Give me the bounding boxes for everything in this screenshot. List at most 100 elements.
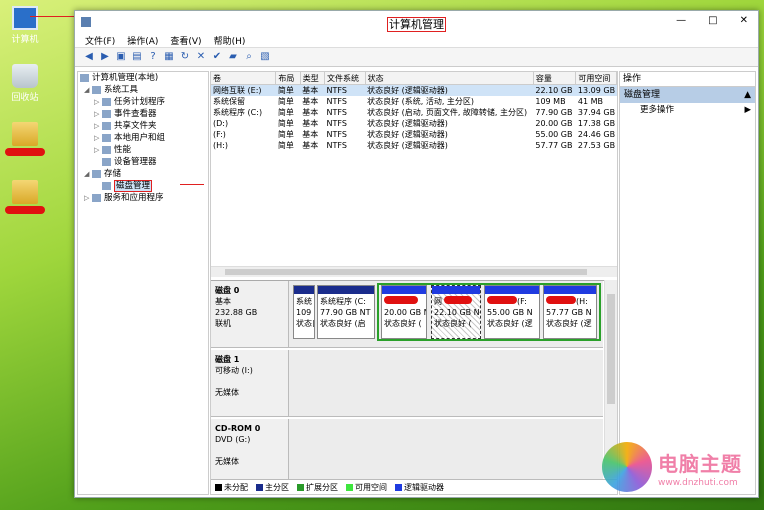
refresh-icon[interactable]: ↻ (179, 51, 191, 63)
clock-icon (102, 97, 111, 106)
chevron-right-icon: ▶ (744, 105, 751, 115)
actions-disk-management[interactable]: 磁盘管理 ▲ (620, 87, 755, 103)
menu-view[interactable]: 查看(V) (170, 34, 201, 47)
column-header[interactable]: 状态 (365, 72, 534, 85)
partition-bar (485, 286, 539, 294)
table-row[interactable]: 系统程序 (C:) 简单 基本 NTFS 状态良好 (启动, 页面文件, 故障转储, 主… (211, 107, 617, 118)
table-row[interactable]: 系统保留 简单 基本 NTFS 状态良好 (系统, 活动, 主分区) 109 MB 41 M… (211, 96, 617, 107)
disk-label[interactable]: 磁盘 1 可移动 (I:) 无媒体 (211, 350, 289, 416)
help-icon[interactable]: ? (147, 51, 159, 63)
menu-help[interactable]: 帮助(H) (214, 34, 246, 47)
horizontal-scrollbar[interactable] (211, 266, 617, 277)
partition-e[interactable]: 网 22.10 GB N 状态良好 ( (431, 285, 481, 339)
maximize-button[interactable]: □ (708, 15, 717, 26)
folder-icon (12, 122, 38, 146)
disk-label[interactable]: 磁盘 0 基本 232.88 GB 联机 (211, 281, 289, 347)
legend-item: 逻辑驱动器 (395, 482, 444, 493)
partition-c[interactable]: 系统程序 (C: 77.90 GB NT 状态良好 (启 (317, 285, 375, 339)
partition-h[interactable]: (H: 57.77 GB N 状态良好 (逻 (543, 285, 597, 339)
tree-item-event-viewer[interactable]: ▷ 事件查看器 (78, 108, 208, 120)
partition-d[interactable]: 20.00 GB N 状态良好 ( (381, 285, 427, 339)
watermark-url: www.dnzhuti.com (658, 478, 738, 488)
delete-icon[interactable]: ✕ (195, 51, 207, 63)
tree-item-disk-management[interactable]: 磁盘管理 (78, 180, 208, 192)
watermark-logo: 电脑主题 www.dnzhuti.com (602, 442, 762, 502)
menu-bar: 文件(F) 操作(A) 查看(V) 帮助(H) (75, 33, 758, 48)
tree-item-performance[interactable]: ▷ 性能 (78, 144, 208, 156)
device-icon (102, 157, 111, 166)
scroll-thumb[interactable] (225, 269, 587, 275)
volume-table: 卷 布局 类型 文件系统 状态 容量 可用空间 网络互联 (E:) 简单 基本 NTF… (211, 72, 617, 151)
desktop-icon-folder-1[interactable] (0, 122, 50, 159)
legend-item: 可用空间 (346, 482, 387, 493)
partition-bar (294, 286, 314, 294)
annotation-arrow (180, 184, 204, 185)
tree-item-device-manager[interactable]: 设备管理器 (78, 156, 208, 168)
shared-folder-icon (102, 121, 111, 130)
actions-pane: 操作 磁盘管理 ▲ 更多操作 ▶ (619, 71, 756, 495)
settings-icon[interactable]: ▧ (259, 51, 271, 63)
table-row[interactable]: (H:) 简单 基本 NTFS 状态良好 (逻辑驱动器) 57.77 GB 27.53 GB (211, 140, 617, 151)
services-icon (92, 193, 101, 202)
desktop-icon-folder-2[interactable] (0, 180, 50, 217)
minimize-button[interactable]: — (676, 15, 686, 26)
recycle-bin-icon (12, 64, 38, 88)
disk-row-cdrom: CD-ROM 0 DVD (G:) 无媒体 (211, 419, 603, 486)
tree-item-local-users[interactable]: ▷ 本地用户和组 (78, 132, 208, 144)
column-header[interactable]: 容量 (533, 72, 577, 85)
collapse-icon[interactable]: ▲ (744, 87, 751, 103)
desktop-icon-label: 计算机 (11, 35, 39, 45)
properties-icon[interactable]: ▦ (163, 51, 175, 63)
flower-logo-icon (602, 442, 652, 492)
column-header[interactable]: 卷 (211, 72, 277, 85)
legend-item: 扩展分区 (297, 482, 338, 493)
check-icon[interactable]: ✔ (211, 51, 223, 63)
more-actions[interactable]: 更多操作 ▶ (620, 103, 755, 117)
menu-action[interactable]: 操作(A) (127, 34, 158, 47)
disk-map: 磁盘 0 基本 232.88 GB 联机 系统 109 状态良 系统程 (211, 280, 617, 486)
scroll-thumb[interactable] (607, 294, 615, 404)
table-row[interactable]: 网络互联 (E:) 简单 基本 NTFS 状态良好 (逻辑驱动器) 22.10 GB 13.… (211, 84, 617, 96)
partition-f[interactable]: (F: 55.00 GB N 状态良好 (逻 (484, 285, 540, 339)
column-header[interactable]: 布局 (275, 72, 301, 85)
actions-header: 操作 (620, 72, 755, 87)
menu-file[interactable]: 文件(F) (85, 34, 115, 47)
title-bar[interactable]: 计算机管理 — □ ✕ (75, 11, 758, 33)
table-header-row: 卷 布局 类型 文件系统 状态 容量 可用空间 (211, 72, 617, 85)
partition-bar (544, 286, 596, 294)
redacted-label (0, 206, 50, 217)
tree-item-storage[interactable]: ◢ 存储 (78, 168, 208, 180)
disk-label[interactable]: CD-ROM 0 DVD (G:) 无媒体 (211, 419, 289, 485)
disk-management-pane: 卷 布局 类型 文件系统 状态 容量 可用空间 网络互联 (E:) 简单 基本 NTF… (210, 71, 618, 495)
tree-item-system-tools[interactable]: ◢ 系统工具 (78, 84, 208, 96)
partition-system-reserved[interactable]: 系统 109 状态良 (293, 285, 315, 339)
desktop-icon-recycle-bin[interactable]: 回收站 (0, 64, 50, 103)
tree-item-shared-folders[interactable]: ▷ 共享文件夹 (78, 120, 208, 132)
desktop-icon-computer[interactable]: 计算机 (0, 6, 50, 45)
close-button[interactable]: ✕ (740, 15, 748, 26)
table-row[interactable]: (D:) 简单 基本 NTFS 状态良好 (逻辑驱动器) 20.00 GB 17.38 GB (211, 118, 617, 129)
redacted-label (0, 148, 50, 159)
disk-row-1: 磁盘 1 可移动 (I:) 无媒体 (211, 350, 603, 417)
search-icon[interactable]: ⌕ (243, 51, 255, 63)
legend-item: 主分区 (256, 482, 289, 493)
back-icon[interactable]: ◀ (83, 51, 95, 63)
column-header[interactable]: 可用空间 (575, 72, 617, 85)
computer-management-window: 计算机管理 — □ ✕ 文件(F) 操作(A) 查看(V) 帮助(H) ◀ ▶ … (74, 10, 759, 498)
forward-icon[interactable]: ▶ (99, 51, 111, 63)
disk-partition-area (289, 350, 603, 416)
disk-row-0: 磁盘 0 基本 232.88 GB 联机 系统 109 状态良 系统程 (211, 281, 603, 348)
desktop-icon-label: 回收站 (11, 93, 39, 103)
tree-item-services-apps[interactable]: ▷ 服务和应用程序 (78, 192, 208, 204)
tree-item-computer-management[interactable]: 计算机管理(本地) (78, 72, 208, 84)
tree-item-task-scheduler[interactable]: ▷ 任务计划程序 (78, 96, 208, 108)
column-header[interactable]: 类型 (300, 72, 326, 85)
legend: 未分配 主分区 扩展分区 可用空间 逻辑驱动器 (211, 479, 617, 494)
column-header[interactable]: 文件系统 (324, 72, 366, 85)
show-hide-tree-icon[interactable]: ▤ (131, 51, 143, 63)
up-folder-icon[interactable]: ▣ (115, 51, 127, 63)
open-folder-icon[interactable]: ▰ (227, 51, 239, 63)
navigation-tree: 计算机管理(本地) ◢ 系统工具 ▷ 任务计划程序 ▷ 事件查看器 ▷ 共享文件夹 ▷ 本… (77, 71, 209, 495)
table-row[interactable]: (F:) 简单 基本 NTFS 状态良好 (逻辑驱动器) 55.00 GB 24.46 GB (211, 129, 617, 140)
legend-item: 未分配 (215, 482, 248, 493)
